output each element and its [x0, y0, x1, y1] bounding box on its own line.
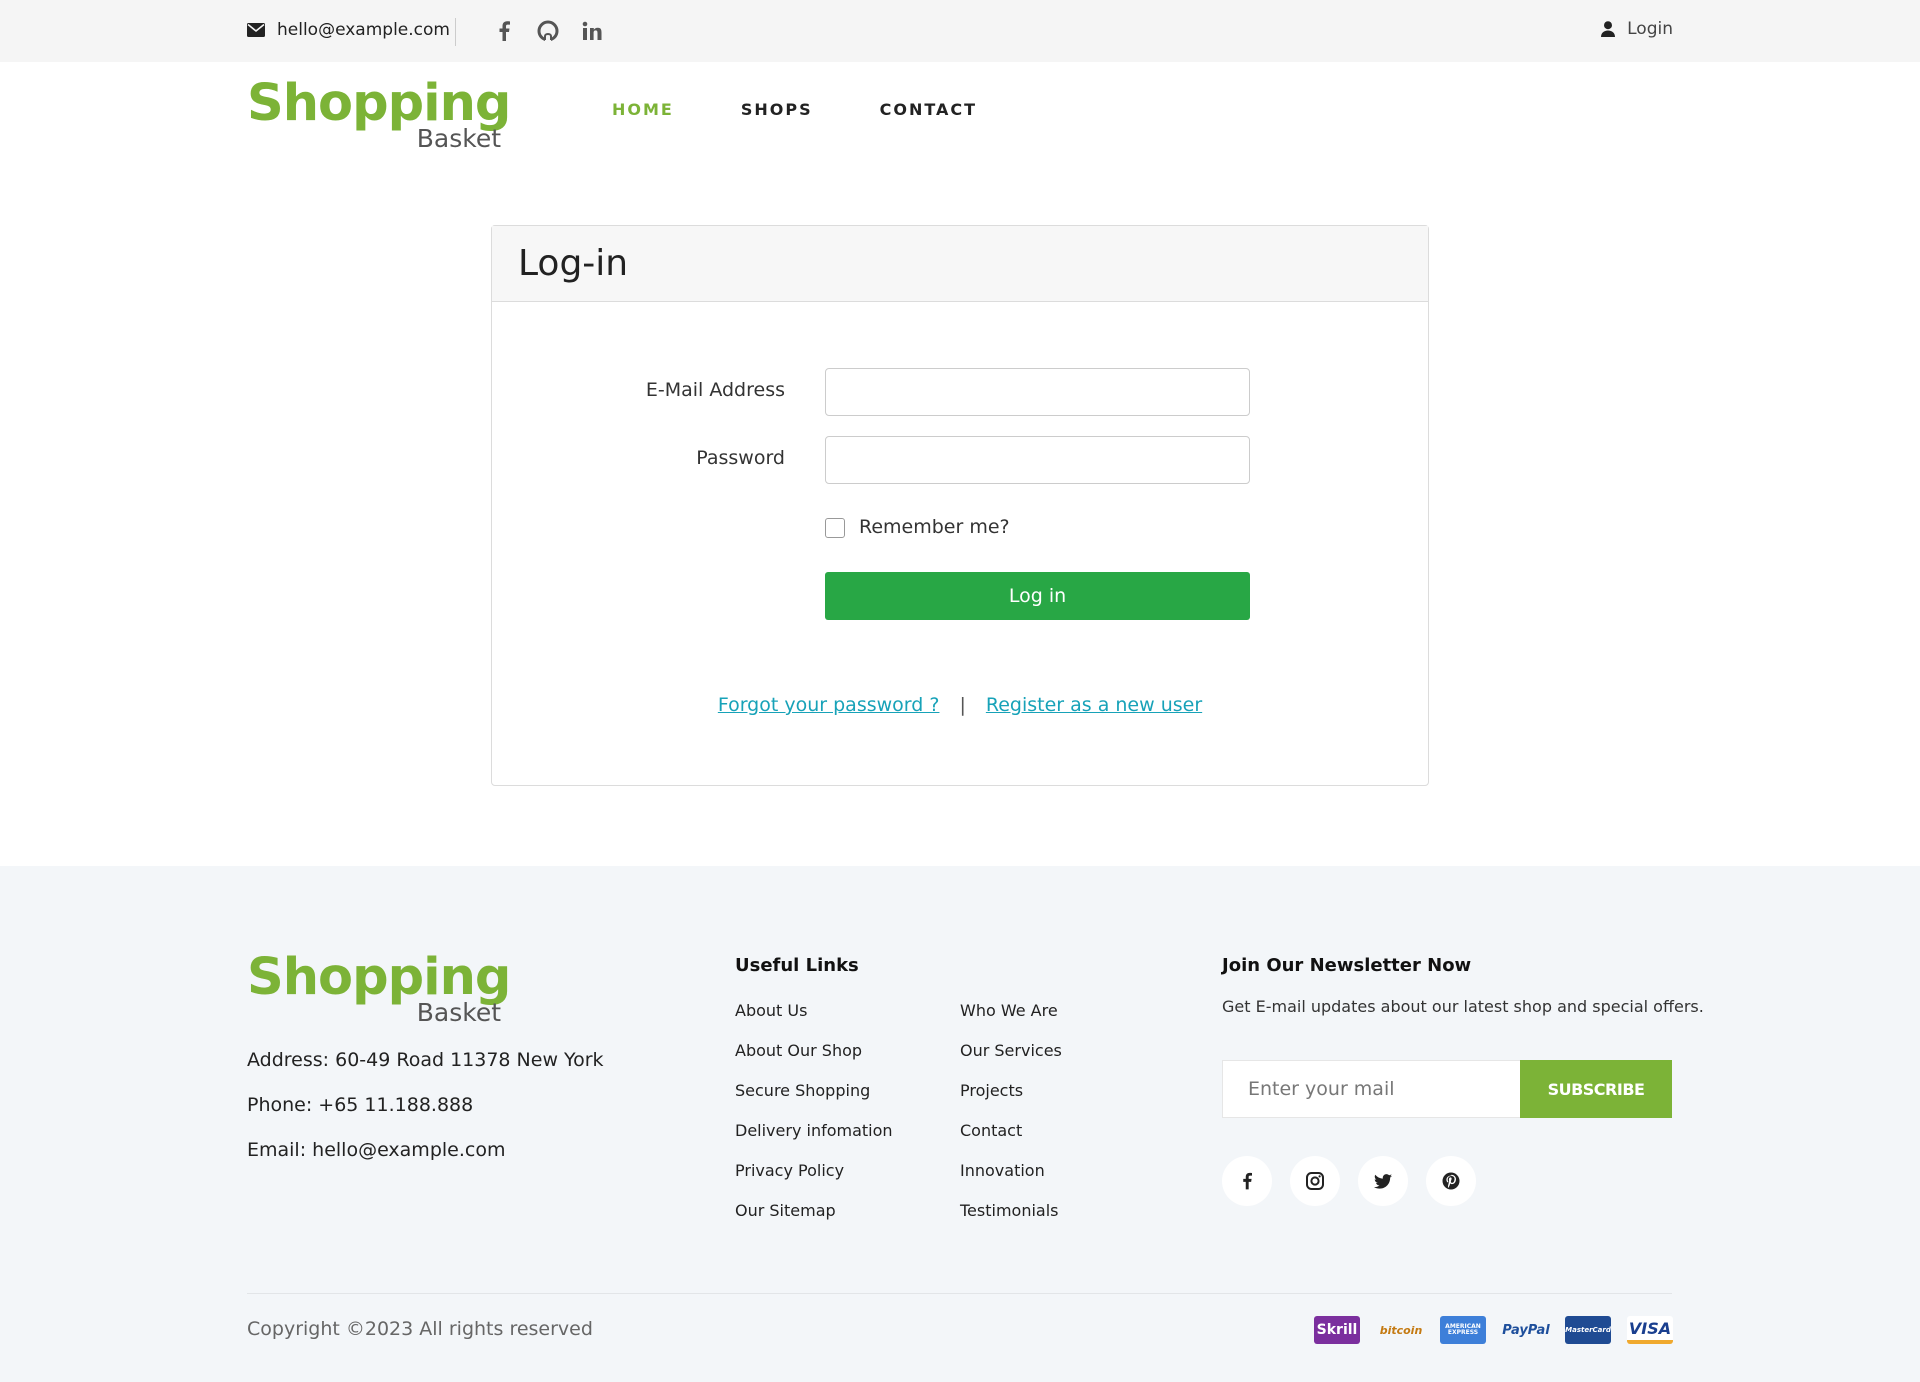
brand-name: Shopping — [247, 74, 511, 133]
copyright-text: Copyright ©2023 All rights reserved — [247, 1318, 593, 1340]
auth-links: Forgot your password ? | Register as a n… — [492, 694, 1428, 716]
register-link[interactable]: Register as a new user — [986, 694, 1202, 716]
footer-email: Email: hello@example.com — [247, 1139, 506, 1161]
newsletter-email-input[interactable]: Enter your mail — [1222, 1060, 1520, 1118]
pinterest-icon[interactable] — [1426, 1156, 1476, 1206]
login-button[interactable]: Log in — [825, 572, 1250, 620]
login-card-header: Log-in — [492, 226, 1428, 302]
skrill-icon: Skrill — [1314, 1316, 1360, 1344]
password-label: Password — [696, 447, 785, 469]
footer-link[interactable]: Innovation — [960, 1161, 1045, 1180]
footer-brand-logo[interactable]: Shopping Basket — [247, 948, 511, 1027]
footer-link[interactable]: Projects — [960, 1081, 1023, 1100]
footer: Shopping Basket Address: 60-49 Road 1137… — [0, 866, 1920, 1382]
bitcoin-icon: bitcoin — [1379, 1323, 1423, 1337]
footer-link[interactable]: About Us — [735, 1001, 807, 1020]
login-card: Log-in E-Mail Address Password Remember … — [491, 225, 1429, 786]
paypal-icon: PayPal — [1502, 1322, 1550, 1338]
topbar-email[interactable]: hello@example.com — [247, 20, 450, 40]
topbar-divider — [455, 18, 456, 46]
footer-link[interactable]: Delivery infomation — [735, 1121, 893, 1140]
email-label: E-Mail Address — [645, 379, 785, 401]
visa-icon: VISA — [1627, 1316, 1673, 1344]
brand-logo[interactable]: Shopping Basket — [247, 74, 511, 153]
facebook-icon[interactable] — [1222, 1156, 1272, 1206]
footer-brand-subname: Basket — [416, 998, 501, 1027]
nav-item-shops[interactable]: SHOPS — [741, 100, 813, 119]
footer-link[interactable]: Contact — [960, 1121, 1022, 1140]
topbar-social-links — [492, 18, 604, 44]
footer-brand-name: Shopping — [247, 948, 511, 1007]
envelope-icon — [247, 23, 265, 37]
footer-link[interactable]: Testimonials — [960, 1201, 1059, 1220]
newsletter-description: Get E-mail updates about our latest shop… — [1222, 997, 1704, 1016]
american-express-icon: AMERICAN EXPRESS — [1440, 1316, 1486, 1344]
footer-divider — [247, 1293, 1672, 1294]
footer-phone: Phone: +65 11.188.888 — [247, 1094, 474, 1116]
login-label: Login — [1627, 19, 1673, 39]
footer-link[interactable]: Our Sitemap — [735, 1201, 836, 1220]
instagram-icon[interactable] — [1290, 1156, 1340, 1206]
forgot-password-link[interactable]: Forgot your password ? — [718, 694, 940, 716]
twitter-icon[interactable] — [1358, 1156, 1408, 1206]
subscribe-button[interactable]: SUBSCRIBE — [1520, 1060, 1672, 1118]
useful-links-title: Useful Links — [735, 955, 859, 976]
top-bar: hello@example.com Login — [0, 0, 1920, 62]
footer-address: Address: 60-49 Road 11378 New York — [247, 1049, 604, 1071]
email-field[interactable] — [825, 368, 1250, 416]
github-icon[interactable] — [536, 18, 560, 44]
facebook-icon[interactable] — [492, 18, 516, 44]
link-separator: | — [959, 694, 966, 716]
linkedin-icon[interactable] — [580, 18, 604, 44]
nav-item-contact[interactable]: CONTACT — [880, 100, 977, 119]
topbar-login-link[interactable]: Login — [1601, 19, 1673, 39]
footer-link[interactable]: Who We Are — [960, 1001, 1058, 1020]
mastercard-icon: MasterCard — [1565, 1316, 1611, 1344]
remember-me-label[interactable]: Remember me? — [859, 516, 1010, 538]
remember-me-checkbox[interactable] — [825, 518, 845, 538]
main-nav: HOME SHOPS CONTACT — [612, 100, 977, 119]
newsletter-title: Join Our Newsletter Now — [1222, 955, 1472, 976]
brand-subname: Basket — [416, 124, 501, 153]
user-icon — [1601, 21, 1616, 37]
footer-link[interactable]: Privacy Policy — [735, 1161, 844, 1180]
topbar-email-text: hello@example.com — [277, 20, 450, 40]
footer-link[interactable]: Secure Shopping — [735, 1081, 870, 1100]
password-field[interactable] — [825, 436, 1250, 484]
nav-item-home[interactable]: HOME — [612, 100, 674, 119]
footer-link[interactable]: About Our Shop — [735, 1041, 862, 1060]
footer-link[interactable]: Our Services — [960, 1041, 1062, 1060]
page-title: Log-in — [518, 243, 629, 284]
